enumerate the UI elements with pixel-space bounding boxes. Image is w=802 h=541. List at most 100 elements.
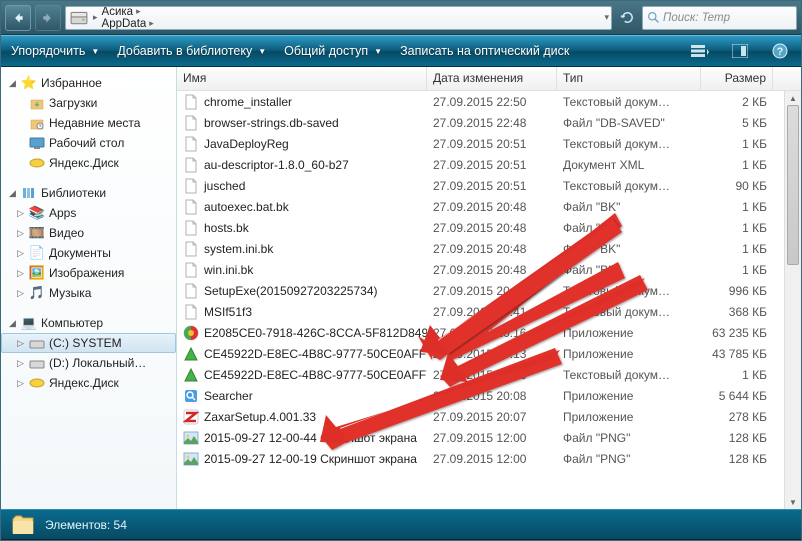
file-row[interactable]: Searcher27.09.2015 20:08Приложение5 644 … [177, 385, 801, 406]
back-button[interactable] [5, 5, 31, 31]
burn-disc-button[interactable]: Записать на оптический диск [400, 44, 569, 58]
file-row[interactable]: ZaxarSetup.4.001.3327.09.2015 20:07Прило… [177, 406, 801, 427]
file-name: win.ini.bk [204, 263, 253, 277]
file-row[interactable]: system.ini.bk27.09.2015 20:48Файл "BK"1 … [177, 238, 801, 259]
navigation-bar: ▸ (C:) SYSTEM▸Пользователи▸Асика▸AppData… [1, 1, 801, 35]
file-name: E2085CE0-7918-426C-8CCA-5F812D849749 [204, 326, 427, 340]
file-date: 27.09.2015 20:51 [427, 179, 557, 193]
sidebar-item-yandex-disk[interactable]: Яндекс.Диск [1, 153, 176, 173]
file-size: 1 КБ [701, 263, 773, 277]
file-date: 27.09.2015 12:00 [427, 431, 557, 445]
scroll-thumb[interactable] [787, 105, 799, 265]
file-date: 27.09.2015 20:48 [427, 263, 557, 277]
sidebar-item-drive-c[interactable]: ▷(C:) SYSTEM [1, 333, 176, 353]
drive-icon [70, 9, 88, 27]
file-date: 27.09.2015 20:07 [427, 410, 557, 424]
file-date: 27.09.2015 20:13 [427, 347, 557, 361]
sidebar-item-downloads[interactable]: Загрузки [1, 93, 176, 113]
file-size: 1 КБ [701, 200, 773, 214]
breadcrumb[interactable]: ▸ (C:) SYSTEM▸Пользователи▸Асика▸AppData… [65, 6, 612, 30]
file-row[interactable]: win.ini.bk27.09.2015 20:48Файл "BK"1 КБ [177, 259, 801, 280]
sidebar-item-music[interactable]: ▷🎵Музыка [1, 283, 176, 303]
add-to-library-button[interactable]: Добавить в библиотеку▼ [117, 44, 266, 58]
column-date[interactable]: Дата изменения [427, 67, 557, 90]
column-name[interactable]: Имя [177, 67, 427, 90]
file-type: Файл "PNG" [557, 452, 701, 466]
sidebar-item-video[interactable]: ▷🎞️Видео [1, 223, 176, 243]
sidebar-item-apps[interactable]: ▷📚Apps [1, 203, 176, 223]
file-size: 5 644 КБ [701, 389, 773, 403]
file-row[interactable]: 2015-09-27 12-00-44 Скриншот экрана27.09… [177, 427, 801, 448]
file-list-pane: Имя Дата изменения Тип Размер chrome_ins… [177, 67, 801, 509]
scroll-down-button[interactable]: ▼ [785, 495, 801, 509]
file-type: Приложение [557, 389, 701, 403]
search-input[interactable]: Поиск: Temp [642, 6, 797, 30]
file-row[interactable]: CE45922D-E8EC-4B8C-9777-50CE0AFF7E…27.09… [177, 343, 801, 364]
file-row[interactable]: hosts.bk27.09.2015 20:48Файл "BK"1 КБ [177, 217, 801, 238]
refresh-button[interactable] [616, 7, 638, 29]
star-icon: ⭐ [21, 75, 37, 91]
file-date: 27.09.2015 20:41 [427, 305, 557, 319]
file-name: browser-strings.db-saved [204, 116, 339, 130]
vertical-scrollbar[interactable]: ▲ ▼ [784, 91, 801, 509]
sidebar-item-desktop[interactable]: Рабочий стол [1, 133, 176, 153]
status-label: Элементов: 54 [45, 518, 127, 532]
file-row[interactable]: JavaDeployReg27.09.2015 20:51Текстовый д… [177, 133, 801, 154]
forward-button[interactable] [35, 5, 61, 31]
file-date: 27.09.2015 20:08 [427, 389, 557, 403]
apps-icon: 📚 [29, 205, 45, 221]
file-row[interactable]: SetupExe(20150927203225734)27.09.2015 20… [177, 280, 801, 301]
file-row[interactable]: autoexec.bat.bk27.09.2015 20:48Файл "BK"… [177, 196, 801, 217]
file-date: 27.09.2015 22:48 [427, 116, 557, 130]
sidebar-favorites[interactable]: ◢⭐Избранное [1, 73, 176, 93]
sidebar-item-drive-d[interactable]: ▷(D:) Локальный… [1, 353, 176, 373]
sidebar-item-pictures[interactable]: ▷🖼️Изображения [1, 263, 176, 283]
file-size: 1 КБ [701, 158, 773, 172]
dropdown-icon[interactable]: ▾ [604, 12, 609, 23]
file-date: 27.09.2015 20:48 [427, 221, 557, 235]
file-size: 1 КБ [701, 368, 773, 382]
sidebar-libraries[interactable]: ◢Библиотеки [1, 183, 176, 203]
file-name: ZaxarSetup.4.001.33 [204, 410, 316, 424]
file-date: 27.09.2015 22:50 [427, 95, 557, 109]
sidebar-item-documents[interactable]: ▷📄Документы [1, 243, 176, 263]
desktop-icon [29, 135, 45, 151]
preview-pane-button[interactable] [729, 40, 751, 62]
file-size: 2 КБ [701, 95, 773, 109]
file-type: Файл "DB-SAVED" [557, 116, 701, 130]
help-button[interactable]: ? [769, 40, 791, 62]
video-icon: 🎞️ [29, 225, 45, 241]
share-button[interactable]: Общий доступ▼ [284, 44, 382, 58]
sidebar-item-yandex-disk-2[interactable]: ▷Яндекс.Диск [1, 373, 176, 393]
file-row[interactable]: au-descriptor-1.8.0_60-b2727.09.2015 20:… [177, 154, 801, 175]
breadcrumb-segment[interactable]: Асика▸ [98, 6, 191, 18]
sidebar-computer[interactable]: ◢💻Компьютер [1, 313, 176, 333]
file-row[interactable]: chrome_installer27.09.2015 22:50Текстовы… [177, 91, 801, 112]
file-row[interactable]: CE45922D-E8EC-4B8C-9777-50CE0AFF7EEF27.0… [177, 364, 801, 385]
file-type: Файл "BK" [557, 242, 701, 256]
pictures-icon: 🖼️ [29, 265, 45, 281]
column-size[interactable]: Размер [701, 67, 773, 90]
file-size: 1 КБ [701, 137, 773, 151]
breadcrumb-segment[interactable]: AppData▸ [98, 18, 191, 30]
scroll-up-button[interactable]: ▲ [785, 91, 801, 105]
file-row[interactable]: 2015-09-27 12-00-19 Скриншот экрана27.09… [177, 448, 801, 469]
file-date: 27.09.2015 20:51 [427, 137, 557, 151]
file-type: Текстовый докум… [557, 305, 701, 319]
view-options-button[interactable] [689, 40, 711, 62]
file-name: CE45922D-E8EC-4B8C-9777-50CE0AFF7EEF [204, 368, 427, 382]
file-date: 27.09.2015 20:48 [427, 200, 557, 214]
sidebar-item-recent[interactable]: Недавние места [1, 113, 176, 133]
column-type[interactable]: Тип [557, 67, 701, 90]
file-row[interactable]: browser-strings.db-saved 27.09.2015 22:48… [177, 112, 801, 133]
computer-icon: 💻 [21, 315, 37, 331]
file-row[interactable]: jusched27.09.2015 20:51Текстовый докум…9… [177, 175, 801, 196]
file-date: 27.09.2015 20:13 [427, 368, 557, 382]
drive-icon [29, 335, 45, 351]
file-row[interactable]: E2085CE0-7918-426C-8CCA-5F812D84974927.0… [177, 322, 801, 343]
file-name: MSIf51f3 [204, 305, 252, 319]
organize-button[interactable]: Упорядочить▼ [11, 44, 99, 58]
file-row[interactable]: MSIf51f3 27.09.2015 20:41Текстовый докум…… [177, 301, 801, 322]
file-size: 368 КБ [701, 305, 773, 319]
file-size: 90 КБ [701, 179, 773, 193]
